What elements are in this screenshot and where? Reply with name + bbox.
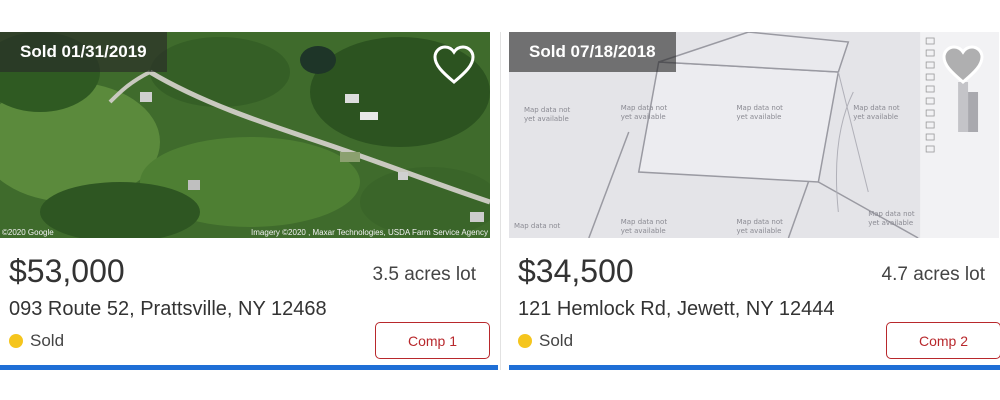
svg-text:yet available: yet available [524,115,569,123]
svg-text:Map data not: Map data not [621,218,668,226]
lot-size: 4.7 acres lot [881,264,986,285]
svg-text:Map data not: Map data not [514,222,561,230]
property-price: $34,500 [518,253,634,289]
svg-text:yet available: yet available [853,113,898,121]
property-price: $53,000 [9,253,125,289]
svg-text:Map data not: Map data not [737,104,784,112]
heart-outline-icon[interactable] [432,44,476,86]
comp-1-button[interactable]: Comp 1 [375,322,490,359]
status-dot-icon [9,334,23,348]
property-address[interactable]: 121 Hemlock Rd, Jewett, NY 12444 [518,296,834,322]
svg-text:yet available: yet available [737,227,782,235]
imagery-credit: Imagery ©2020 , Maxar Technologies, USDA… [251,228,488,237]
svg-text:Map data not: Map data not [868,210,915,218]
svg-text:Map data not: Map data not [524,106,571,114]
card-accent-bar [0,365,498,370]
svg-text:Map data not: Map data not [853,104,900,112]
property-address[interactable]: 093 Route 52, Prattsville, NY 12468 [9,296,327,322]
status-dot-icon [518,334,532,348]
sold-date-tag: Sold 01/31/2019 [0,32,167,72]
map-credit: ©2020 Google [2,228,54,237]
sold-date-tag: Sold 07/18/2018 [509,32,676,72]
comp-2-button[interactable]: Comp 2 [886,322,1000,359]
svg-text:Map data not: Map data not [621,104,668,112]
property-card[interactable]: Sold 01/31/2019 ©2020 Google Imagery ©20… [0,32,498,370]
card-divider [500,32,501,370]
lot-size: 3.5 acres lot [372,264,477,285]
status-indicator: Sold [518,329,573,353]
svg-text:yet available: yet available [621,227,666,235]
property-card[interactable]: Map data not yet available Map data not … [509,32,1000,370]
status-label: Sold [539,331,574,350]
svg-text:Map data not: Map data not [737,218,784,226]
property-photo-satellite[interactable]: Sold 01/31/2019 ©2020 Google Imagery ©20… [0,32,490,238]
svg-text:yet available: yet available [621,113,666,121]
heart-outline-icon[interactable] [941,44,985,86]
svg-text:yet available: yet available [737,113,782,121]
status-indicator: Sold [9,329,64,353]
card-accent-bar [509,365,1000,370]
svg-text:yet available: yet available [868,219,913,227]
status-label: Sold [30,331,65,350]
property-photo-parcel-map[interactable]: Map data not yet available Map data not … [509,32,999,238]
